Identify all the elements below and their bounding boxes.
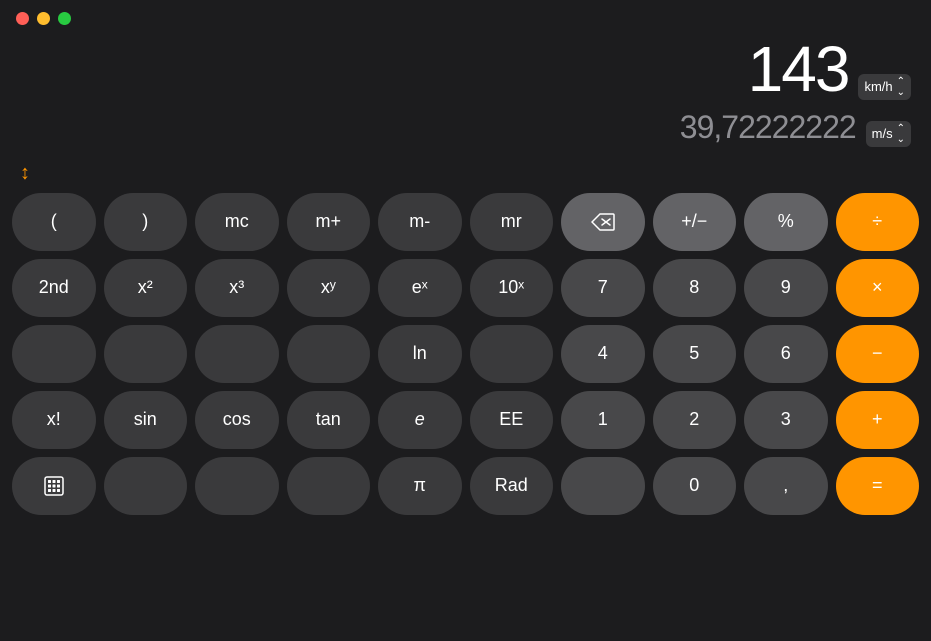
minus-button[interactable]: − (836, 325, 920, 383)
m-minus-button[interactable]: m- (378, 193, 462, 251)
plus-button[interactable]: + (836, 391, 920, 449)
display-area: 143 km/h ⌃⌄ 39,72222222 m/s ⌃⌄ (0, 37, 931, 155)
sqrt-y-button[interactable] (287, 325, 371, 383)
main-unit-chevron: ⌃⌄ (897, 76, 905, 98)
log10-button[interactable] (470, 325, 554, 383)
mr-button[interactable]: mr (470, 193, 554, 251)
2nd-button[interactable]: 2nd (12, 259, 96, 317)
4-button[interactable]: 4 (561, 325, 645, 383)
6-button[interactable]: 6 (744, 325, 828, 383)
minimize-button[interactable] (37, 12, 50, 25)
close-paren-button[interactable]: ) (104, 193, 188, 251)
ee-button[interactable]: EE (470, 391, 554, 449)
mc-button[interactable]: mc (195, 193, 279, 251)
sign-button[interactable]: +/− (653, 193, 737, 251)
10-to-x-button[interactable]: 10ˣ (470, 259, 554, 317)
converted-unit-badge[interactable]: m/s ⌃⌄ (866, 121, 911, 147)
cos-button[interactable]: cos (195, 391, 279, 449)
converted-unit-label: m/s (872, 126, 893, 141)
pi-button[interactable]: π (378, 457, 462, 515)
5-button[interactable]: 5 (653, 325, 737, 383)
comma-button[interactable]: , (744, 457, 828, 515)
m-plus-button[interactable]: m+ (287, 193, 371, 251)
calculator-button[interactable] (12, 457, 96, 515)
1-button[interactable]: 1 (561, 391, 645, 449)
multiply-button[interactable]: × (836, 259, 920, 317)
open-paren-button[interactable]: ( (12, 193, 96, 251)
equals-button[interactable]: = (836, 457, 920, 515)
cosh-button[interactable] (195, 457, 279, 515)
e-to-x-button[interactable]: eˣ (378, 259, 462, 317)
sort-icon[interactable]: ↕ (20, 162, 30, 185)
converted-unit-chevron: ⌃⌄ (897, 123, 905, 145)
x-squared-button[interactable]: x² (104, 259, 188, 317)
tanh-button[interactable] (287, 457, 371, 515)
main-unit-badge[interactable]: km/h ⌃⌄ (858, 74, 911, 100)
close-button[interactable] (16, 12, 29, 25)
7-button[interactable]: 7 (561, 259, 645, 317)
euler-button[interactable]: e (378, 391, 462, 449)
buttons-grid: ()mcm+m-mr +/−%÷ 2ndx²x³xʸeˣ10ˣ789× ln 456−… (0, 185, 931, 527)
0-button[interactable]: 0 (653, 457, 737, 515)
backspace-button[interactable] (561, 193, 645, 251)
2-button[interactable]: 2 (653, 391, 737, 449)
main-value: 143 (748, 37, 849, 101)
sinh-button[interactable] (104, 457, 188, 515)
factorial-button[interactable]: x! (12, 391, 96, 449)
maximize-button[interactable] (58, 12, 71, 25)
divide-button[interactable]: ÷ (836, 193, 920, 251)
x-to-y-button[interactable]: xʸ (287, 259, 371, 317)
sqrt3-button[interactable] (195, 325, 279, 383)
title-bar (0, 0, 931, 37)
tan-button[interactable]: tan (287, 391, 371, 449)
one-over-x-button[interactable] (12, 325, 96, 383)
rand-button[interactable] (561, 457, 645, 515)
ln-button[interactable]: ln (378, 325, 462, 383)
sin-button[interactable]: sin (104, 391, 188, 449)
sort-area: ↕ (0, 155, 931, 185)
x-cubed-button[interactable]: x³ (195, 259, 279, 317)
percent-button[interactable]: % (744, 193, 828, 251)
9-button[interactable]: 9 (744, 259, 828, 317)
8-button[interactable]: 8 (653, 259, 737, 317)
3-button[interactable]: 3 (744, 391, 828, 449)
sqrt2-button[interactable] (104, 325, 188, 383)
rad-button[interactable]: Rad (470, 457, 554, 515)
main-unit-label: km/h (864, 79, 892, 94)
converted-value: 39,72222222 (680, 111, 856, 143)
